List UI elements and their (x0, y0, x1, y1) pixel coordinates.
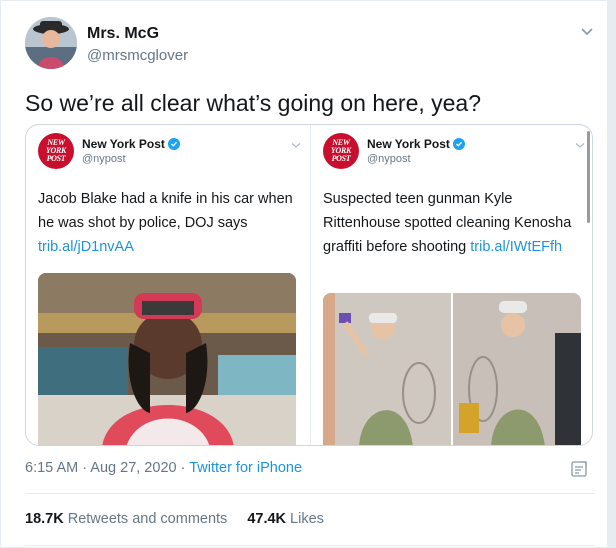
nypost-logo: NEW YORK POST (323, 133, 359, 169)
divider (25, 493, 595, 494)
share-icon[interactable] (569, 459, 589, 479)
embed-text: Suspected teen gunman Kyle Rittenhouse s… (323, 191, 572, 255)
embed-text: Jacob Blake had a knife in his car when … (38, 191, 293, 255)
divider (25, 545, 595, 546)
embed-author-name: New York Post (82, 137, 180, 151)
verified-icon (167, 138, 180, 150)
embed-link[interactable]: trib.al/jD1nvAA (38, 239, 134, 255)
chevron-down-icon[interactable] (579, 23, 595, 39)
retweets-stat[interactable]: 18.7K Retweets and comments (25, 511, 227, 527)
verified-icon (452, 138, 465, 150)
embed-author-handle: @nypost (367, 153, 411, 165)
avatar[interactable] (25, 17, 77, 69)
embedded-tweet-2[interactable]: NEW YORK POST New York Post @nypost Susp… (310, 125, 592, 445)
tweet-time[interactable]: 6:15 AM (25, 460, 78, 476)
tweet-card: Mrs. McG @mrsmcglover So we’re all clear… (0, 0, 608, 548)
embed-photo-pair[interactable] (323, 293, 581, 445)
tweet-text: So we’re all clear what’s going on here,… (25, 90, 482, 116)
author-handle[interactable]: @mrsmcglover (87, 47, 188, 64)
tweet-source[interactable]: Twitter for iPhone (189, 460, 302, 476)
likes-stat[interactable]: 47.4K Likes (247, 511, 324, 527)
nypost-logo: NEW YORK POST (38, 133, 74, 169)
embed-link[interactable]: trib.al/IWtEFfh (470, 239, 562, 255)
embed-author-name: New York Post (367, 137, 465, 151)
tweet-date[interactable]: Aug 27, 2020 (90, 460, 176, 476)
chevron-down-icon (291, 143, 301, 148)
tweet-media[interactable]: NEW YORK POST New York Post @nypost Jaco… (25, 124, 593, 446)
embed-author-handle: @nypost (82, 153, 126, 165)
tweet-header: Mrs. McG @mrsmcglover (25, 17, 595, 73)
author-name[interactable]: Mrs. McG (87, 25, 159, 43)
embedded-tweet-1[interactable]: NEW YORK POST New York Post @nypost Jaco… (26, 125, 310, 445)
embed-photo[interactable] (38, 273, 296, 445)
scrollbar[interactable] (587, 131, 590, 223)
chevron-down-icon (575, 143, 585, 148)
tweet-stats: 18.7K Retweets and comments 47.4K Likes (25, 511, 324, 527)
tweet-meta: 6:15 AM · Aug 27, 2020 · Twitter for iPh… (25, 460, 303, 476)
